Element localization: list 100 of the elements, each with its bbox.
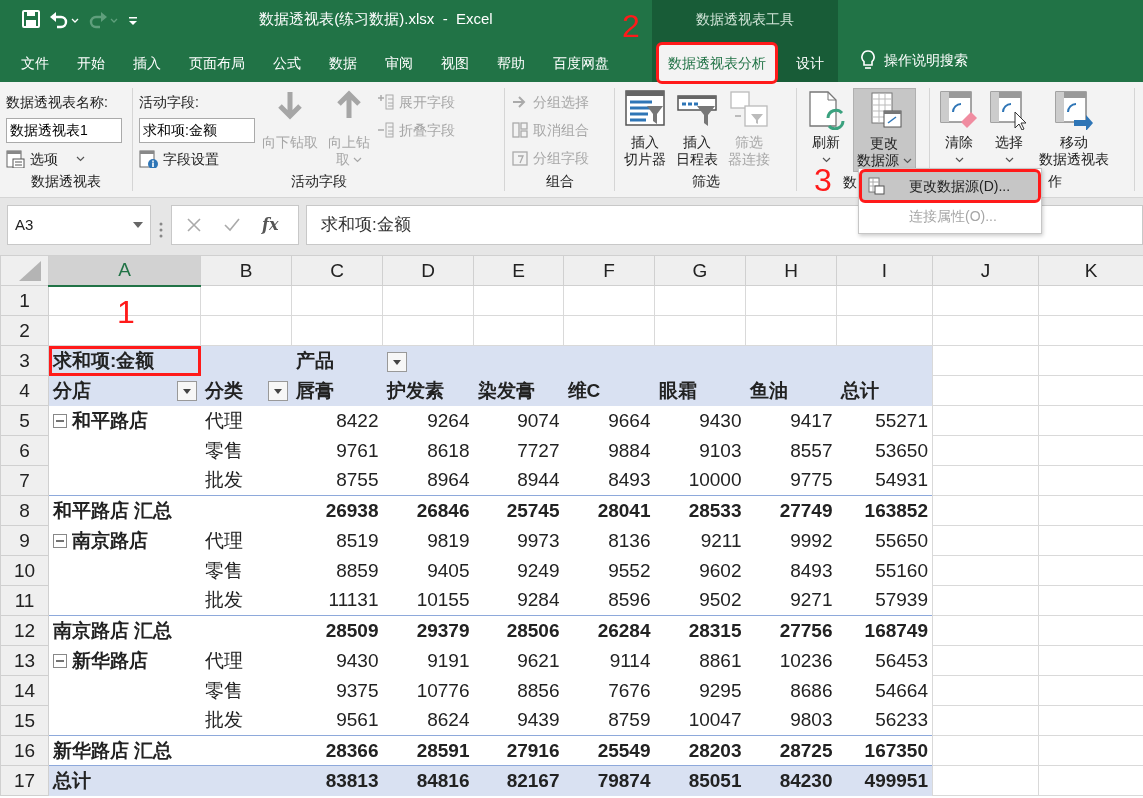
group-label: 活动字段 <box>290 173 347 189</box>
table-cell: 9430 <box>336 649 379 671</box>
table-cell: 25549 <box>597 739 651 761</box>
table-cell: 南京路店 汇总 <box>53 619 173 641</box>
table-cell: 9884 <box>608 439 651 461</box>
table-cell: 26938 <box>325 499 379 521</box>
table-cell: 27749 <box>779 499 833 521</box>
table-cell: 零售 <box>204 559 243 581</box>
table-cell: 分店 <box>53 379 91 401</box>
table-cell: 10000 <box>688 469 742 491</box>
group-label: 作 <box>1048 173 1062 189</box>
table-cell: 总计 <box>53 769 91 791</box>
table-cell: 8624 <box>427 709 470 731</box>
table-cell: 7676 <box>608 679 651 701</box>
table-cell: 8861 <box>699 649 742 671</box>
table-cell: 168749 <box>864 619 928 641</box>
table-cell: 染发膏 <box>477 379 535 401</box>
table-cell: 唇膏 <box>295 379 334 401</box>
table-cell: 84230 <box>779 769 833 791</box>
table-cell: 9191 <box>427 649 470 671</box>
table-cell: 零售 <box>204 439 243 461</box>
table-cell: 8136 <box>608 529 651 551</box>
table-cell: 9973 <box>517 529 560 551</box>
table-cell: 9803 <box>790 709 833 731</box>
table-cell: 163852 <box>864 499 928 521</box>
table-cell: 56233 <box>875 709 928 731</box>
table-cell: 9992 <box>790 529 833 551</box>
table-cell: 9621 <box>517 649 560 671</box>
table-cell: 代理 <box>204 649 243 671</box>
table-cell: 499951 <box>864 769 928 791</box>
table-cell: 9114 <box>609 649 651 671</box>
table-cell: 10236 <box>779 649 833 671</box>
table-cell: 28203 <box>688 739 742 761</box>
table-cell: 28366 <box>325 739 379 761</box>
group-label: 数 <box>843 174 857 190</box>
table-cell: 9502 <box>699 589 742 611</box>
table-cell: 10155 <box>416 589 470 611</box>
table-cell: 9664 <box>608 409 651 431</box>
table-cell: 9417 <box>790 409 833 431</box>
table-cell: 8759 <box>608 709 651 731</box>
table-cell: 8944 <box>517 469 560 491</box>
table-cell: 批发 <box>204 589 243 611</box>
table-cell: 8596 <box>608 589 651 611</box>
table-cell: 8557 <box>790 439 833 461</box>
table-cell: 9103 <box>699 439 742 461</box>
table-cell: 8618 <box>427 439 470 461</box>
table-cell: 57939 <box>875 589 928 611</box>
table-cell: 总计 <box>840 379 879 401</box>
table-cell: 29379 <box>416 619 470 641</box>
table-cell: 28509 <box>325 619 379 641</box>
group-label: 组合 <box>545 173 574 189</box>
table-cell: 9284 <box>517 589 560 611</box>
field-label: 活动字段: <box>139 93 200 112</box>
table-cell: 9561 <box>336 709 379 731</box>
table-cell: 9249 <box>517 559 560 581</box>
table-cell: 9602 <box>699 559 742 581</box>
table-cell: 9211 <box>700 529 742 551</box>
table-cell: 9439 <box>517 709 560 731</box>
table-cell: 8686 <box>790 679 833 701</box>
table-cell: 批发 <box>204 709 243 731</box>
table-cell: 新华路店 <box>72 649 148 671</box>
table-cell: 7727 <box>517 439 560 461</box>
context-title: 数据透视表工具 <box>696 9 794 29</box>
step-number: 3 <box>814 164 832 196</box>
table-cell: 9761 <box>336 439 379 461</box>
table-cell: 南京路店 <box>72 529 148 551</box>
table-cell: 8493 <box>790 559 833 581</box>
table-cell: 新华路店 汇总 <box>53 739 173 761</box>
table-cell: 84816 <box>416 769 470 791</box>
window-title: 数据透视表(练习数据).xlsx - Excel <box>259 9 493 27</box>
table-cell: 8856 <box>517 679 560 701</box>
table-cell: 8964 <box>427 469 470 491</box>
table-cell: 26846 <box>416 499 470 521</box>
table-cell: 8859 <box>336 559 379 581</box>
table-cell: 9405 <box>427 559 470 581</box>
table-cell: 53650 <box>875 439 928 461</box>
table-cell: 求和项:金额 <box>53 349 155 371</box>
table-cell: 9430 <box>699 409 742 431</box>
table-cell: 85051 <box>688 769 742 791</box>
table-cell: 批发 <box>204 469 243 491</box>
table-cell: 55271 <box>875 409 928 431</box>
table-cell: 28506 <box>506 619 560 641</box>
table-cell: 28533 <box>688 499 742 521</box>
table-cell: 11131 <box>328 589 379 611</box>
table-cell: 8755 <box>336 469 379 491</box>
table-cell: 55650 <box>875 529 928 551</box>
table-cell: 28725 <box>779 739 833 761</box>
table-cell: 9271 <box>790 589 833 611</box>
table-cell: 10776 <box>416 679 470 701</box>
table-cell: 56453 <box>875 649 928 671</box>
table-cell: 27756 <box>779 619 833 641</box>
table-cell: 28591 <box>416 739 470 761</box>
table-cell: 26284 <box>597 619 651 641</box>
group-label: 筛选 <box>691 173 720 189</box>
table-cell: 82167 <box>506 769 560 791</box>
table-cell: 维C <box>567 379 601 401</box>
table-cell: 27916 <box>506 739 560 761</box>
step-number: 2 <box>622 10 640 42</box>
step-number: 1 <box>117 296 135 328</box>
table-cell: 55160 <box>875 559 928 581</box>
